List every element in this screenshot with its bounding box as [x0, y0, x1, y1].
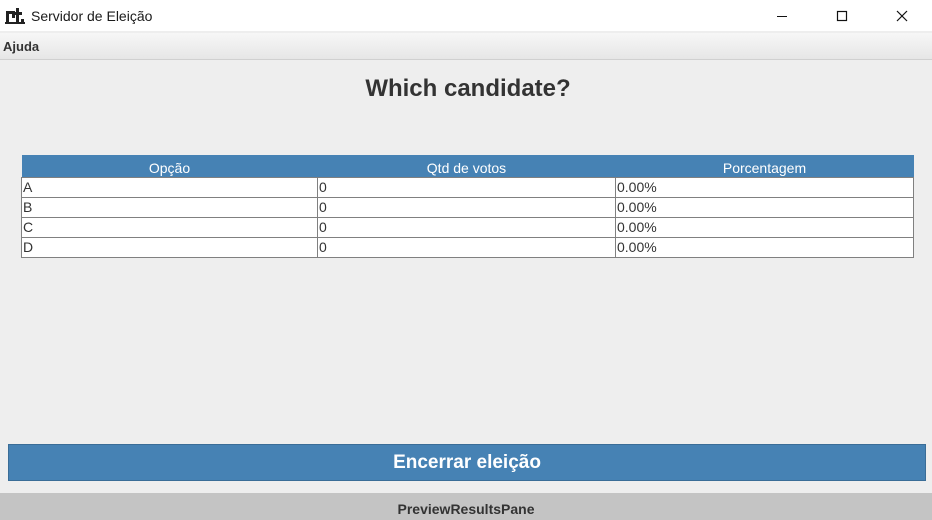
menu-bar: Ajuda — [0, 33, 932, 60]
maximize-icon — [836, 10, 848, 22]
table-row[interactable]: B 0 0.00% — [21, 196, 914, 218]
app-window: Servidor de Eleição Ajuda Which candidat… — [0, 0, 932, 520]
title-bar[interactable]: Servidor de Eleição — [0, 0, 932, 31]
cell-votes[interactable]: 0 — [317, 196, 616, 218]
cell-option[interactable]: A — [21, 176, 318, 198]
close-icon — [896, 10, 908, 22]
table-row[interactable]: A 0 0.00% — [21, 176, 914, 198]
table-row[interactable]: C 0 0.00% — [21, 216, 914, 238]
cell-option[interactable]: C — [21, 216, 318, 238]
minimize-icon — [776, 10, 788, 22]
cell-votes[interactable]: 0 — [317, 176, 616, 198]
minimize-button[interactable] — [752, 0, 812, 31]
column-header-option[interactable]: Opção — [21, 155, 318, 177]
column-header-percent[interactable]: Porcentagem — [615, 155, 914, 177]
cell-option[interactable]: B — [21, 196, 318, 218]
column-header-votes[interactable]: Qtd de votos — [317, 155, 616, 177]
cell-percent[interactable]: 0.00% — [615, 176, 914, 198]
footer-label: PreviewResultsPane — [397, 501, 535, 517]
app-icon — [5, 7, 25, 25]
cell-percent[interactable]: 0.00% — [615, 196, 914, 218]
maximize-button[interactable] — [812, 0, 872, 31]
table-row[interactable]: D 0 0.00% — [21, 236, 914, 258]
page-title: Which candidate? — [365, 75, 571, 102]
table-header-row: Opção Qtd de votos Porcentagem — [21, 155, 914, 177]
cell-percent[interactable]: 0.00% — [615, 236, 914, 258]
window-title: Servidor de Eleição — [31, 7, 153, 24]
footer-bar: PreviewResultsPane — [0, 493, 932, 520]
end-election-button[interactable]: Encerrar eleição — [8, 444, 926, 481]
window-controls — [752, 0, 932, 31]
cell-votes[interactable]: 0 — [317, 236, 616, 258]
results-table: Opção Qtd de votos Porcentagem A 0 0.00%… — [21, 155, 914, 258]
menu-help[interactable]: Ajuda — [3, 39, 39, 54]
cell-option[interactable]: D — [21, 236, 318, 258]
cell-votes[interactable]: 0 — [317, 216, 616, 238]
close-button[interactable] — [872, 0, 932, 31]
cell-percent[interactable]: 0.00% — [615, 216, 914, 238]
